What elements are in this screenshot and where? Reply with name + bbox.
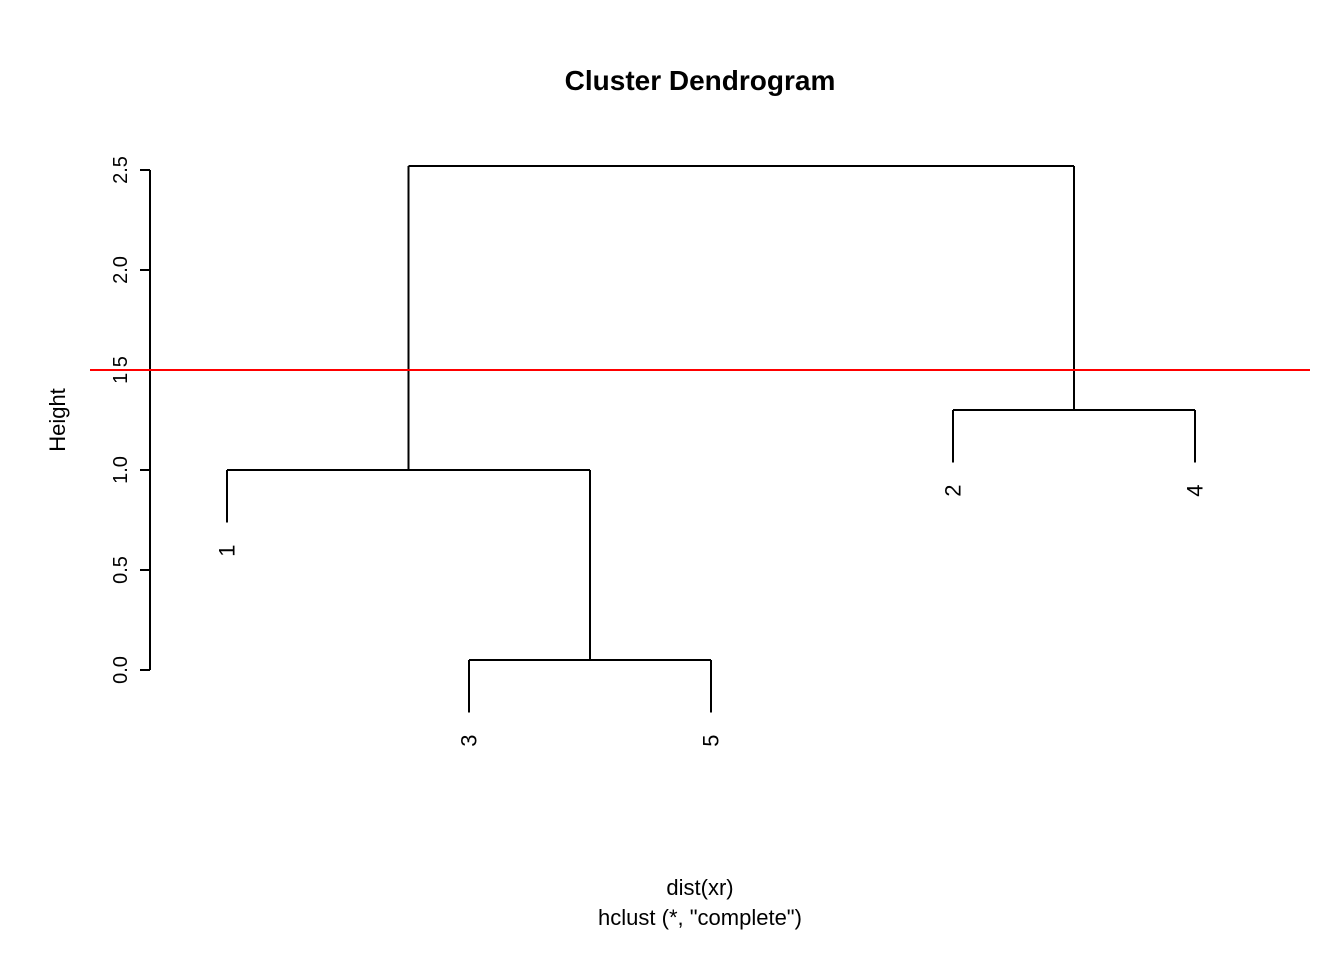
leaf-label: 4 — [1183, 485, 1208, 497]
dendrogram-lines — [227, 166, 1195, 713]
leaf-label: 2 — [941, 485, 966, 497]
leaf-label: 3 — [457, 735, 482, 747]
dendrogram-chart: Cluster Dendrogram 0.00.51.01.52.02.5 He… — [0, 0, 1344, 960]
y-tick-label: 1.0 — [110, 456, 132, 484]
leaf-label: 5 — [699, 735, 724, 747]
leaf-label: 1 — [215, 545, 240, 557]
y-axis-label: Height — [45, 388, 70, 452]
chart-title: Cluster Dendrogram — [565, 65, 836, 96]
y-axis: 0.00.51.01.52.02.5 — [110, 156, 150, 684]
x-axis-label: dist(xr) — [666, 875, 733, 900]
sub-caption: hclust (*, "complete") — [598, 905, 802, 930]
y-tick-label: 0.0 — [110, 656, 132, 684]
y-tick-label: 2.0 — [110, 256, 132, 284]
y-tick-label: 0.5 — [110, 556, 132, 584]
y-tick-label: 2.5 — [110, 156, 132, 184]
